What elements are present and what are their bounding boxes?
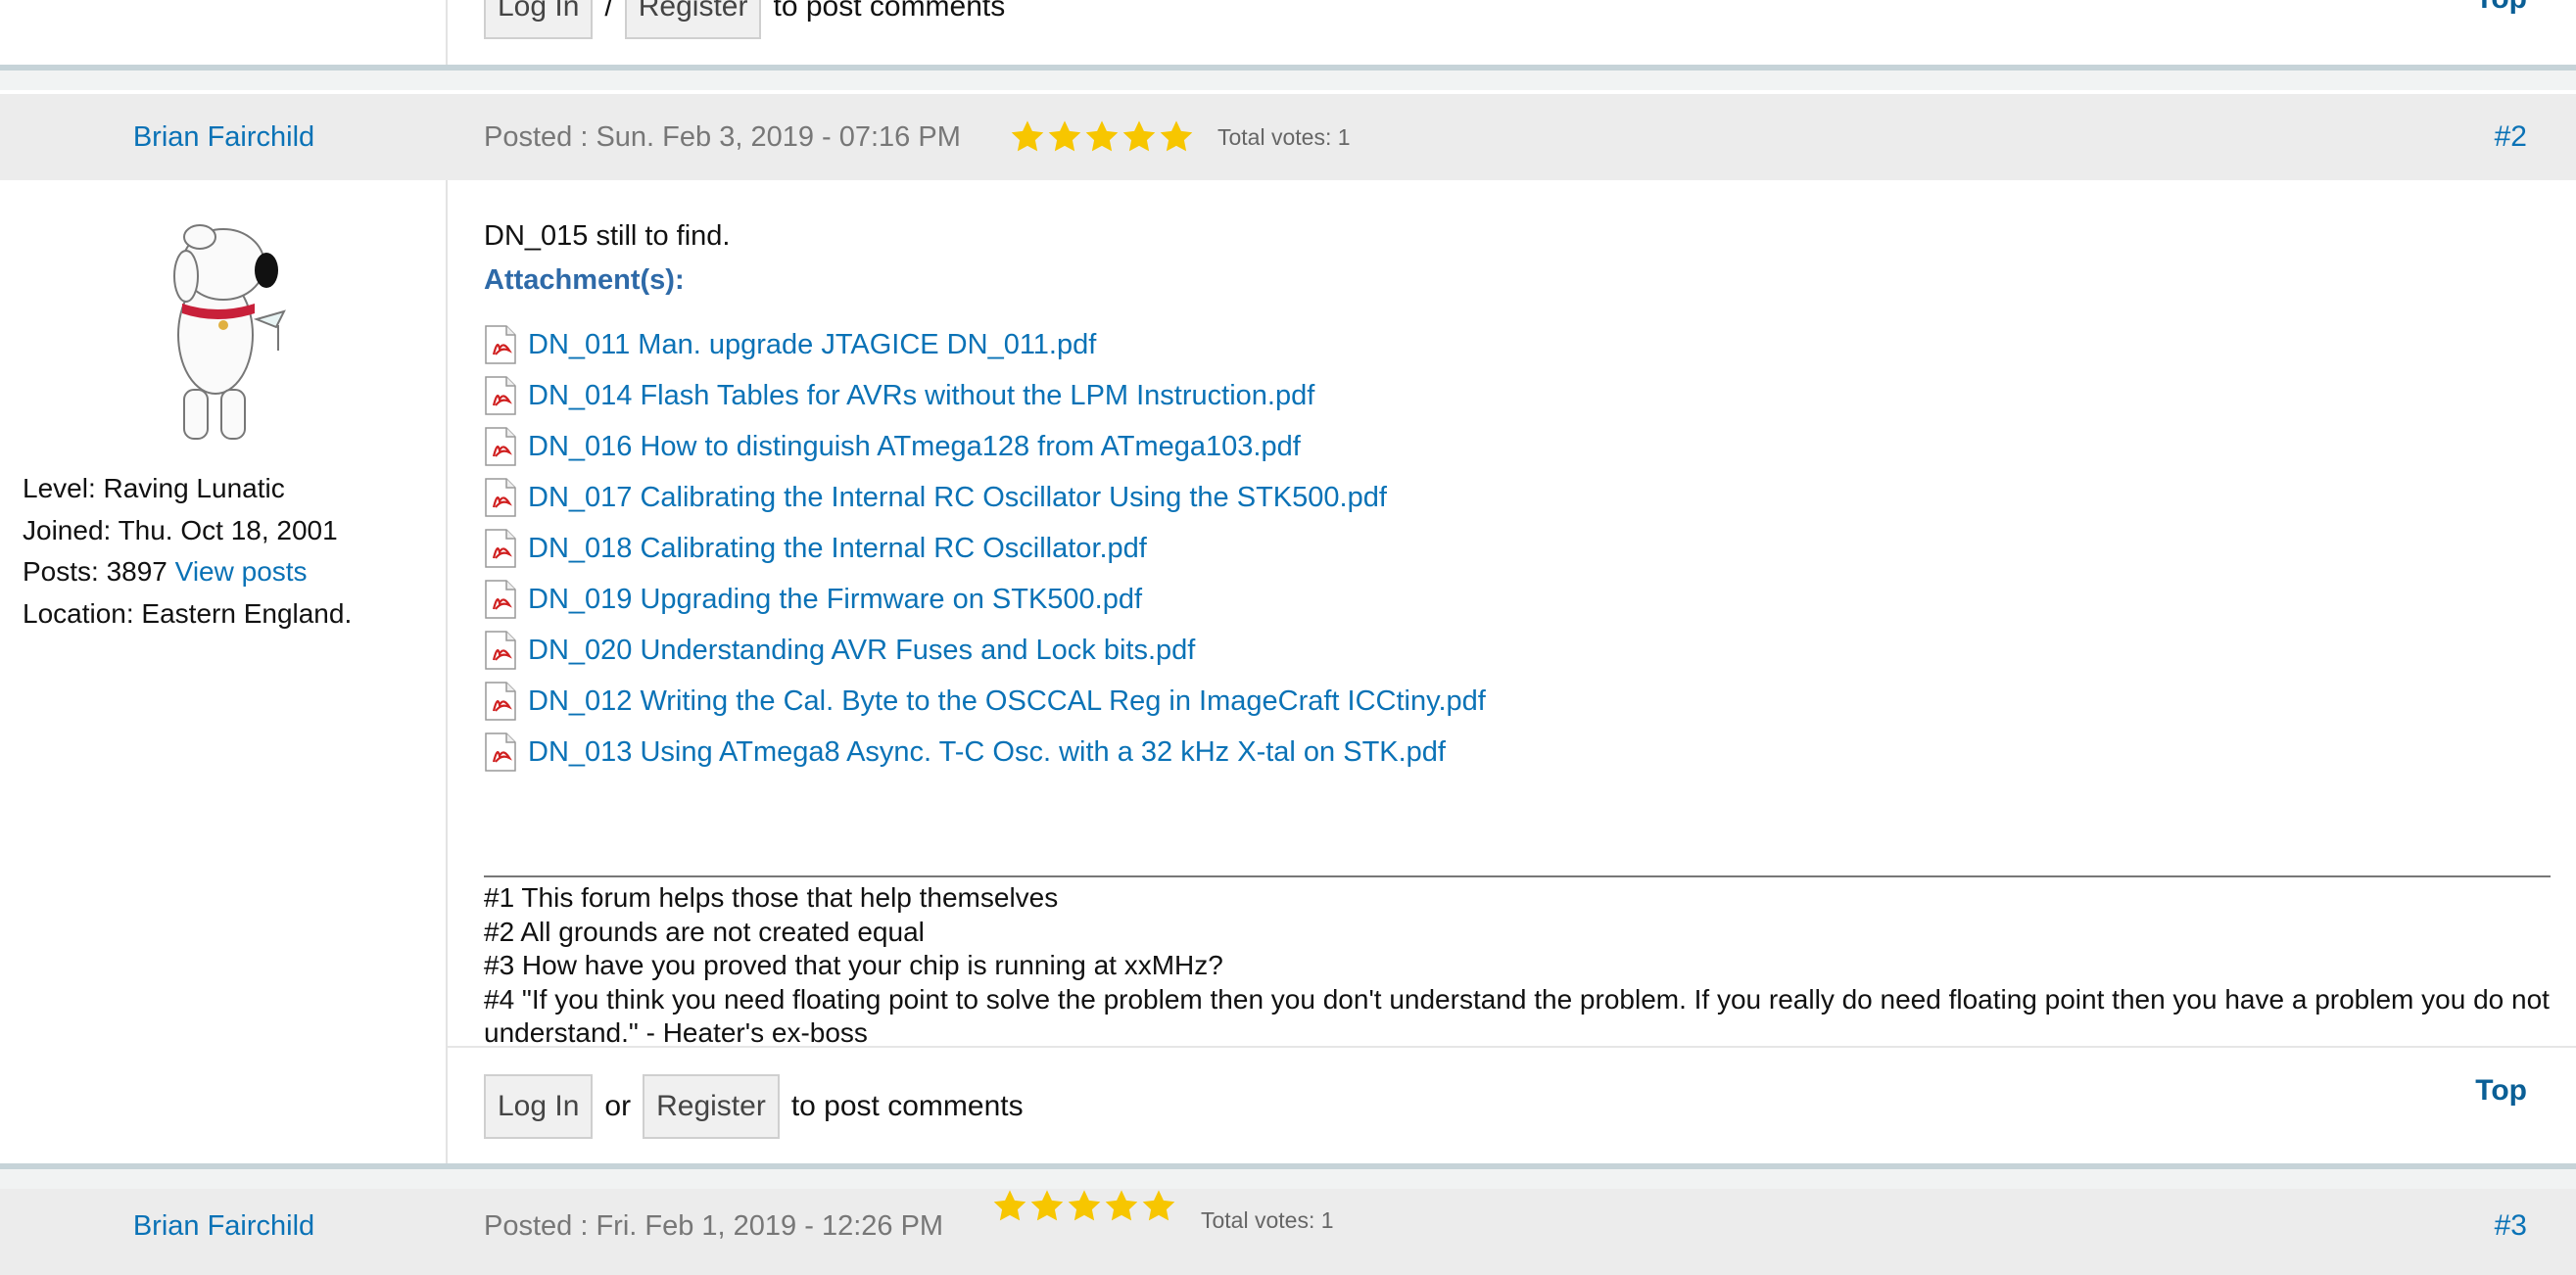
signature-line: #4 "If you think you need floating point…: [484, 983, 2550, 1049]
pdf-file-icon: [485, 631, 516, 670]
post-comments-text: to post comments: [790, 1090, 1024, 1122]
pdf-file-icon: [485, 427, 516, 466]
register-button[interactable]: Register: [624, 0, 762, 39]
separator-text: or: [604, 1090, 632, 1122]
post-comments-text: to post comments: [773, 0, 1006, 23]
view-posts-link[interactable]: View posts: [175, 556, 308, 587]
post-footer-divider: [448, 1046, 2576, 1048]
posts-count: Posts: 3897: [23, 556, 167, 587]
post-separator: [0, 65, 2576, 90]
attachment-list: DN_011 Man. upgrade JTAGICE DN_011.pdf DN…: [484, 319, 1486, 778]
author-link[interactable]: Brian Fairchild: [0, 94, 448, 180]
signature: #1 This forum helps those that help them…: [484, 875, 2551, 1051]
star-icon[interactable]: [1046, 118, 1083, 156]
post-header: Brian Fairchild Posted : Sun. Feb 3, 201…: [0, 94, 2576, 180]
attachment-link[interactable]: DN_014 Flash Tables for AVRs without the…: [528, 380, 1314, 412]
avatar: [147, 217, 296, 449]
post-body: DN_015 still to find. Attachment(s):: [484, 216, 730, 300]
attachment-item: DN_020 Understanding AVR Fuses and Lock …: [484, 625, 1486, 676]
pdf-file-icon: [485, 732, 516, 772]
star-icon[interactable]: [1066, 1188, 1103, 1225]
attachment-link[interactable]: DN_019 Upgrading the Firmware on STK500.…: [528, 584, 1142, 616]
post-text: DN_015 still to find.: [484, 220, 731, 252]
posted-date: Posted : Fri. Feb 1, 2019 - 12:26 PM: [484, 1210, 944, 1242]
total-votes: Total votes: 1: [1217, 124, 1351, 150]
pdf-file-icon: [485, 376, 516, 415]
prev-post-footer: Log In / Register to post comments: [484, 0, 1005, 39]
attachment-item: DN_016 How to distinguish ATmega128 from…: [484, 421, 1486, 472]
top-link[interactable]: Top: [2475, 0, 2527, 16]
attachment-item: DN_014 Flash Tables for AVRs without the…: [484, 370, 1486, 421]
posted-date: Posted : Sun. Feb 3, 2019 - 07:16 PM: [484, 121, 961, 153]
pdf-file-icon: [485, 529, 516, 568]
attachment-link[interactable]: DN_017 Calibrating the Internal RC Oscil…: [528, 482, 1387, 514]
signature-line: #3 How have you proved that your chip is…: [484, 950, 1223, 980]
author-profile: Level: Raving Lunatic Joined: Thu. Oct 1…: [23, 468, 352, 635]
login-button[interactable]: Log In: [484, 0, 594, 39]
attachments-label: Attachment(s):: [484, 264, 685, 296]
star-icon[interactable]: [991, 1188, 1028, 1225]
attachment-link[interactable]: DN_011 Man. upgrade JTAGICE DN_011.pdf: [528, 329, 1096, 361]
pdf-file-icon: [485, 682, 516, 721]
attachment-item: DN_019 Upgrading the Firmware on STK500.…: [484, 574, 1486, 625]
star-icon[interactable]: [1158, 118, 1195, 156]
attachment-link[interactable]: DN_018 Calibrating the Internal RC Oscil…: [528, 533, 1147, 565]
attachment-link[interactable]: DN_013 Using ATmega8 Async. T-C Osc. wit…: [528, 736, 1446, 769]
author-joined: Joined: Thu. Oct 18, 2001: [23, 514, 338, 545]
star-icon[interactable]: [1140, 1188, 1177, 1225]
author-location: Location: Eastern England.: [23, 597, 353, 629]
attachment-item: DN_013 Using ATmega8 Async. T-C Osc. wit…: [484, 727, 1486, 778]
author-posts: Posts: 3897 View posts: [23, 551, 352, 593]
attachment-item: DN_018 Calibrating the Internal RC Oscil…: [484, 523, 1486, 574]
attachment-item: DN_011 Man. upgrade JTAGICE DN_011.pdf: [484, 319, 1486, 370]
total-votes: Total votes: 1: [1201, 1207, 1334, 1233]
author-level: Level: Raving Lunatic: [23, 473, 285, 503]
attachment-item: DN_012 Writing the Cal. Byte to the OSCC…: [484, 676, 1486, 727]
star-icon[interactable]: [1028, 1188, 1066, 1225]
register-button[interactable]: Register: [643, 1074, 780, 1139]
star-icon[interactable]: [1121, 118, 1158, 156]
author-link[interactable]: Brian Fairchild: [0, 1183, 448, 1269]
login-button[interactable]: Log In: [484, 1074, 594, 1139]
star-icon[interactable]: [1009, 118, 1046, 156]
pdf-file-icon: [485, 478, 516, 517]
signature-line: #2 All grounds are not created equal: [484, 916, 925, 947]
pdf-file-icon: [485, 580, 516, 619]
top-link[interactable]: Top: [2475, 1074, 2527, 1108]
attachment-link[interactable]: DN_020 Understanding AVR Fuses and Lock …: [528, 635, 1195, 667]
star-icon[interactable]: [1083, 118, 1121, 156]
next-post-header: Brian Fairchild Posted : Fri. Feb 1, 201…: [0, 1189, 2576, 1275]
attachment-link[interactable]: DN_016 How to distinguish ATmega128 from…: [528, 431, 1301, 463]
attachment-item: DN_017 Calibrating the Internal RC Oscil…: [484, 472, 1486, 523]
post-footer: Log In or Register to post comments: [484, 1074, 1024, 1139]
left-column-border-top: [0, 0, 448, 65]
separator-text: /: [604, 0, 613, 23]
pdf-file-icon: [485, 325, 516, 364]
rating-stars[interactable]: [991, 1163, 1177, 1250]
rating-stars[interactable]: [1009, 94, 1195, 180]
signature-line: #1 This forum helps those that help them…: [484, 882, 1059, 913]
attachment-link[interactable]: DN_012 Writing the Cal. Byte to the OSCC…: [528, 685, 1486, 718]
post-number-link[interactable]: #3: [2495, 1183, 2527, 1269]
post-number-link[interactable]: #2: [2495, 94, 2527, 180]
star-icon[interactable]: [1103, 1188, 1140, 1225]
